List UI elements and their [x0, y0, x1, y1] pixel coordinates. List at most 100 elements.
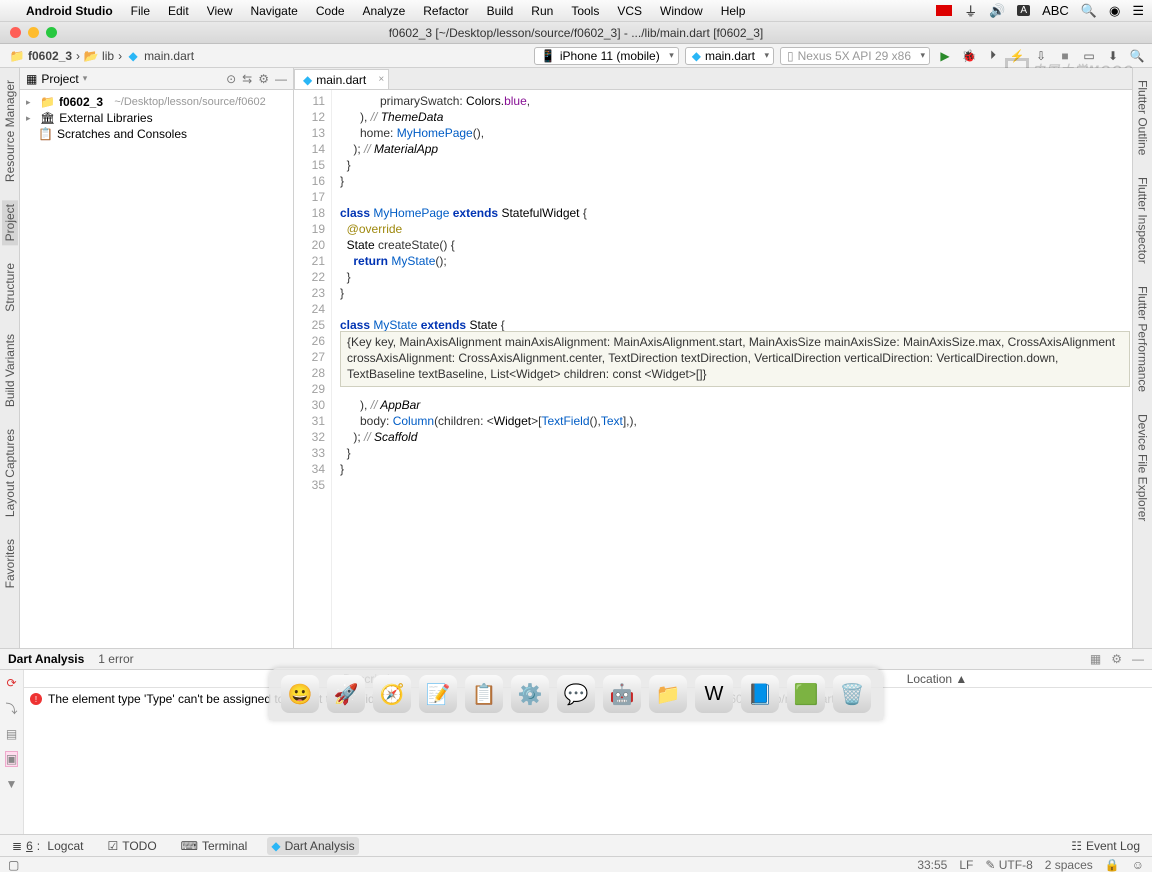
tool-build-variants[interactable]: Build Variants [2, 330, 18, 411]
funnel-icon[interactable]: ▼ [6, 777, 18, 791]
sort-asc-icon: ▲ [955, 672, 967, 686]
dock-finder[interactable]: 😀 [281, 675, 319, 713]
volume-icon[interactable]: 🔊 [989, 3, 1005, 19]
chevron-down-icon: ▾ [83, 73, 88, 84]
run-button[interactable]: ▶ [936, 47, 954, 65]
tool-project[interactable]: Project [2, 200, 18, 245]
tool-flutter-outline[interactable]: Flutter Outline [1135, 76, 1151, 159]
dock-trash[interactable]: 🗑️ [833, 675, 871, 713]
tool-device-file-explorer[interactable]: Device File Explorer [1135, 410, 1151, 525]
app-name[interactable]: Android Studio [26, 4, 113, 18]
menu-view[interactable]: View [207, 4, 233, 18]
tab-terminal[interactable]: ⌨Terminal [177, 837, 252, 855]
device-selector[interactable]: 📱iPhone 11 (mobile) [534, 47, 679, 65]
tool-resource-manager[interactable]: Resource Manager [2, 76, 18, 186]
minimize-window-button[interactable] [28, 27, 39, 38]
menu-navigate[interactable]: Navigate [250, 4, 297, 18]
gear-icon[interactable]: ⚙ [1111, 652, 1122, 666]
dock-folder[interactable]: 📁 [649, 675, 687, 713]
hide-icon[interactable]: — [1132, 652, 1144, 666]
status-icon[interactable]: ▢ [8, 858, 19, 872]
dock-reminders[interactable]: 📋 [465, 675, 503, 713]
dock-wps[interactable]: W [695, 675, 733, 713]
run-config-selector[interactable]: ◆main.dart [685, 47, 774, 65]
logcat-icon: ≣ [12, 839, 22, 853]
menu-vcs[interactable]: VCS [617, 4, 642, 18]
hide-icon[interactable]: — [275, 72, 287, 86]
close-icon[interactable]: × [378, 74, 384, 85]
zoom-window-button[interactable] [46, 27, 57, 38]
file-encoding[interactable]: ✎ UTF-8 [985, 858, 1032, 872]
expand-icon[interactable]: ▣ [5, 751, 18, 767]
caret-position[interactable]: 33:55 [917, 858, 947, 872]
dock-settings[interactable]: ⚙️ [511, 675, 549, 713]
dock-camtasia[interactable]: 🟩 [787, 675, 825, 713]
tool-structure[interactable]: Structure [2, 259, 18, 316]
project-panel: ▦ Project ▾ ⊙ ⇆ ⚙ — ▸📁f0602_3 ~/Desktop/… [20, 68, 294, 648]
dock-app[interactable]: 📘 [741, 675, 779, 713]
profile-button[interactable]: ⏵ [984, 47, 1002, 65]
breadcrumb[interactable]: 📁 f0602_3 › 📂 lib › ◆ main.dart [6, 47, 198, 65]
input-source[interactable]: A [1017, 5, 1030, 16]
tree-external-libraries[interactable]: ▸🏛External Libraries [24, 110, 289, 126]
autoscroll-icon[interactable]: ⤵ [5, 700, 17, 717]
menu-refactor[interactable]: Refactor [423, 4, 468, 18]
sdk-manager-button[interactable]: ⬇ [1104, 47, 1122, 65]
hot-reload-button[interactable]: ⚡ [1008, 47, 1026, 65]
tab-event-log[interactable]: ☷Event Log [1067, 837, 1144, 855]
avd-manager-button[interactable]: ▭ [1080, 47, 1098, 65]
tab-main-dart[interactable]: ◆main.dart× [294, 69, 389, 89]
emulator-selector[interactable]: ▯Nexus 5X API 29 x86 [780, 47, 930, 65]
tool-favorites[interactable]: Favorites [2, 535, 18, 592]
menu-edit[interactable]: Edit [168, 4, 189, 18]
siri-icon[interactable]: ◉ [1109, 3, 1120, 19]
tree-root[interactable]: ▸📁f0602_3 ~/Desktop/lesson/source/f0602 [24, 94, 289, 110]
menu-file[interactable]: File [131, 4, 150, 18]
filter-icon[interactable]: ▤ [6, 727, 17, 741]
project-view-selector[interactable]: Project [41, 72, 78, 86]
editor: ◆main.dart× 1112131415161718192021222324… [294, 68, 1132, 648]
menu-analyze[interactable]: Analyze [363, 4, 406, 18]
dock-wechat[interactable]: 💬 [557, 675, 595, 713]
menu-icon[interactable]: ☰ [1132, 3, 1144, 19]
group-icon[interactable]: ▦ [1090, 652, 1101, 666]
attach-button[interactable]: ⇩ [1032, 47, 1050, 65]
dock-notes[interactable]: 📝 [419, 675, 457, 713]
expand-icon[interactable]: ⇆ [242, 72, 252, 86]
tool-flutter-performance[interactable]: Flutter Performance [1135, 282, 1151, 396]
menu-tools[interactable]: Tools [571, 4, 599, 18]
search-everywhere-button[interactable]: 🔍 [1128, 47, 1146, 65]
project-tree[interactable]: ▸📁f0602_3 ~/Desktop/lesson/source/f0602 … [20, 90, 293, 146]
close-window-button[interactable] [10, 27, 21, 38]
tool-flutter-inspector[interactable]: Flutter Inspector [1135, 173, 1151, 268]
stop-button[interactable]: ■ [1056, 47, 1074, 65]
dock-safari[interactable]: 🧭 [373, 675, 411, 713]
tab-dart-analysis[interactable]: ◆Dart Analysis [267, 837, 358, 855]
tree-scratches[interactable]: 📋Scratches and Consoles [24, 126, 289, 142]
spotlight-icon[interactable]: 🔍 [1081, 3, 1097, 19]
tab-todo[interactable]: ☑TODO [103, 837, 160, 855]
code-area[interactable]: 1112131415161718192021222324252627282930… [294, 90, 1132, 648]
menu-help[interactable]: Help [721, 4, 746, 18]
refresh-icon[interactable]: ⟳ [6, 676, 16, 690]
input-text: ABC [1042, 3, 1069, 18]
lock-icon[interactable]: 🔒 [1105, 858, 1120, 872]
window-titlebar: f0602_3 [~/Desktop/lesson/source/f0602_3… [0, 22, 1152, 44]
dock-android-studio[interactable]: 🤖 [603, 675, 641, 713]
wifi-icon[interactable]: ⏚ [964, 1, 977, 20]
menu-build[interactable]: Build [487, 4, 514, 18]
tool-layout-captures[interactable]: Layout Captures [2, 425, 18, 521]
indent-config[interactable]: 2 spaces [1045, 858, 1093, 872]
tab-logcat[interactable]: ≣6: Logcat [8, 837, 87, 855]
menu-window[interactable]: Window [660, 4, 703, 18]
chevron-right-icon: › [76, 49, 80, 63]
debug-button[interactable]: 🐞 [960, 47, 978, 65]
gear-icon[interactable]: ⚙ [258, 72, 269, 86]
menu-code[interactable]: Code [316, 4, 345, 18]
dock-launchpad[interactable]: 🚀 [327, 675, 365, 713]
left-tool-gutter: Resource Manager Project Structure Build… [0, 68, 20, 648]
menu-run[interactable]: Run [531, 4, 553, 18]
line-separator[interactable]: LF [959, 858, 973, 872]
locate-icon[interactable]: ⊙ [226, 72, 236, 86]
inspection-icon[interactable]: ☺ [1132, 858, 1144, 872]
